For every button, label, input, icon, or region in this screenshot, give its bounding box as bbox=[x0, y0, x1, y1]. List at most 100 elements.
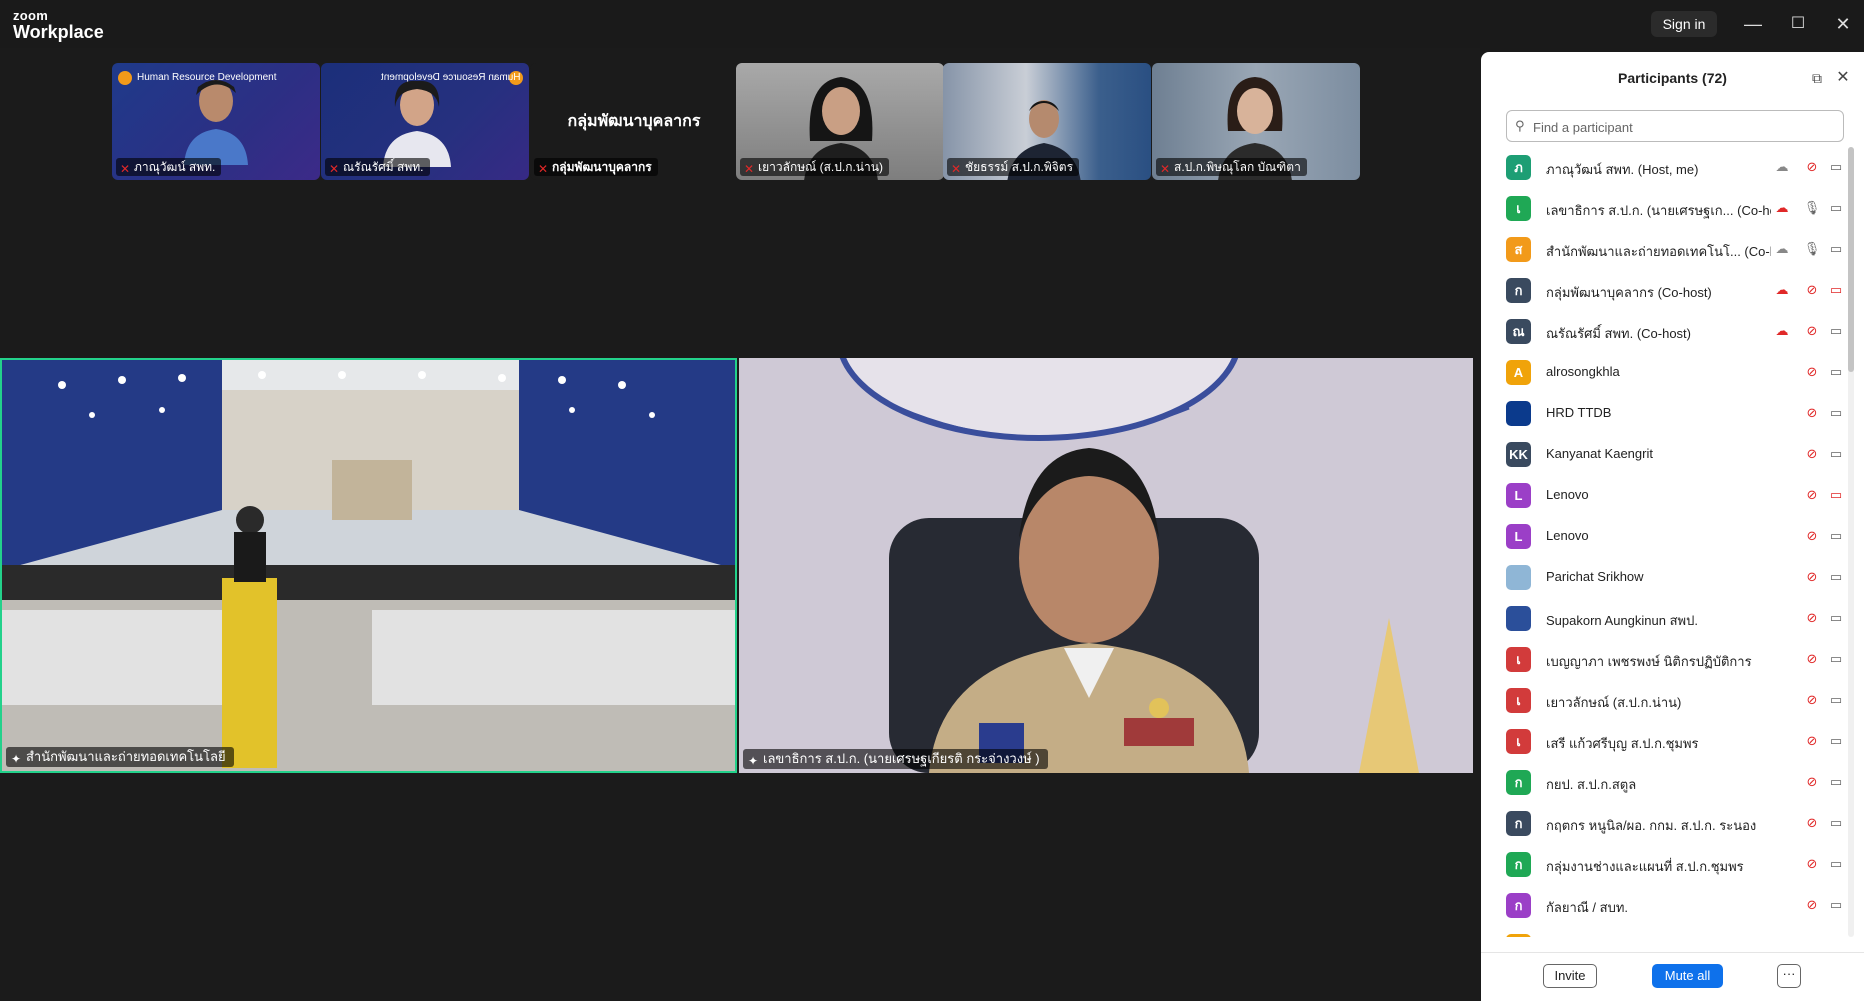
video-icon[interactable]: ▭ bbox=[1827, 363, 1845, 381]
mic-muted-icon[interactable]: ⊘ bbox=[1803, 527, 1821, 545]
participant-row[interactable]: ก กัลยาณี / สบท. ⊘ ▭ bbox=[1481, 885, 1847, 926]
video-icon[interactable]: ▭ bbox=[1827, 855, 1845, 873]
mic-muted-icon[interactable]: ⊘ bbox=[1803, 896, 1821, 914]
minimize-icon[interactable]: — bbox=[1739, 10, 1767, 38]
mic-muted-icon[interactable]: ⊘ bbox=[1803, 568, 1821, 586]
video-tile[interactable]: กลุ่มพัฒนาบุคลากร ✕ กลุ่มพัฒนาบุคลากร bbox=[530, 63, 738, 180]
avatar: เ bbox=[1506, 647, 1531, 672]
video-icon[interactable]: ▭ bbox=[1827, 240, 1845, 258]
video-tile[interactable]: ✕ ส.ป.ก.พิษณุโลก บัณฑิตา bbox=[1152, 63, 1360, 180]
participant-row[interactable]: L Lenovo ⊘ ▭ bbox=[1481, 475, 1847, 516]
mic-muted-icon[interactable]: ⊘ bbox=[1803, 363, 1821, 381]
video-icon[interactable]: ▭ bbox=[1827, 773, 1845, 791]
video-icon[interactable]: ▭ bbox=[1827, 527, 1845, 545]
participant-row[interactable]: L Lenovo ⊘ ▭ bbox=[1481, 516, 1847, 557]
video-icon[interactable]: ▭ bbox=[1827, 814, 1845, 832]
video-tile[interactable]: ✦ เลขาธิการ ส.ป.ก. (นายเศรษฐเกียรติ กระจ่… bbox=[739, 358, 1473, 773]
participant-row[interactable]: ภ ภาณุวัฒน์ สพท. (Host, me) ☁ ⊘ ▭ bbox=[1481, 147, 1847, 188]
participant-row[interactable]: ก กฤตกร หนูนิล/ผอ. กกม. ส.ป.ก. ระนอง ⊘ ▭ bbox=[1481, 803, 1847, 844]
mic-muted-icon[interactable]: ⊘ bbox=[1803, 814, 1821, 832]
screen-share-icon: ☁ bbox=[1775, 323, 1789, 338]
video-icon[interactable]: ▭ bbox=[1827, 445, 1845, 463]
video-tile[interactable]: ✕ เยาวลักษณ์ (ส.ป.ก.น่าน) bbox=[736, 63, 944, 180]
participant-row[interactable]: ส สำนักพัฒนาและถ่ายทอดเทคโนโ... (Co-host)… bbox=[1481, 229, 1847, 270]
avatar: ก bbox=[1506, 278, 1531, 303]
participant-row[interactable]: KK Kanyanat Kaengrit ⊘ ▭ bbox=[1481, 434, 1847, 475]
video-tile[interactable]: ✕ ชัยธรรม์ ส.ป.ก.พิจิตร bbox=[943, 63, 1151, 180]
video-icon[interactable]: ▭ bbox=[1827, 158, 1845, 176]
mute-all-button[interactable]: Mute all bbox=[1652, 964, 1723, 988]
participant-name: Parichat Srikhow bbox=[1546, 569, 1644, 584]
close-icon[interactable]: ✕ bbox=[1833, 68, 1853, 88]
mic-muted-icon[interactable]: ⊘ bbox=[1803, 486, 1821, 504]
video-off-icon[interactable]: ▭ bbox=[1827, 281, 1845, 299]
video-icon[interactable]: ▭ bbox=[1827, 322, 1845, 340]
video-icon[interactable]: ▭ bbox=[1827, 609, 1845, 627]
mic-icon[interactable]: 🎙 bbox=[1803, 199, 1821, 217]
avatar: L bbox=[1506, 524, 1531, 549]
mic-muted-icon[interactable]: ⊘ bbox=[1803, 404, 1821, 422]
mic-muted-icon[interactable]: ⊘ bbox=[1803, 158, 1821, 176]
video-icon[interactable]: ▭ bbox=[1827, 404, 1845, 422]
participant-row[interactable]: Aalrosongkhla ⊘ ▭ bbox=[1481, 352, 1847, 393]
participant-name-label: ✦ สำนักพัฒนาและถ่ายทอดเทคโนโลยี bbox=[6, 747, 234, 767]
participant-row[interactable]: HRD TTDB ⊘ ▭ bbox=[1481, 393, 1847, 434]
participant-row[interactable]: Supakorn Aungkinun สพป. ⊘ ▭ bbox=[1481, 598, 1847, 639]
participant-row[interactable]: ณ ณรัณรัศมิ์ สพท. (Co-host) ☁ ⊘ ▭ bbox=[1481, 311, 1847, 352]
participant-row[interactable]: เ เสรี แก้วศรีบุญ ส.ป.ก.ชุมพร ⊘ ▭ bbox=[1481, 721, 1847, 762]
video-icon[interactable]: ▭ bbox=[1827, 732, 1845, 750]
mic-muted-icon: ✕ bbox=[120, 162, 131, 176]
avatar bbox=[1506, 565, 1531, 590]
participant-row[interactable]: ก กยป. ส.ป.ก.สตูล ⊘ ▭ bbox=[1481, 762, 1847, 803]
participant-name: Kanyanat Kaengrit bbox=[1546, 446, 1653, 461]
invite-button[interactable]: Invite bbox=[1543, 964, 1597, 988]
pin-icon: ✦ bbox=[11, 752, 22, 766]
screen-share-icon: ☁ bbox=[1775, 282, 1789, 297]
video-icon[interactable]: ▭ bbox=[1827, 896, 1845, 914]
mic-muted-icon: ✕ bbox=[329, 162, 340, 176]
mic-muted-icon[interactable]: ⊘ bbox=[1803, 691, 1821, 709]
participant-row[interactable]: เ เบญญาภา เพชรพงษ์ นิติกรปฏิบัติการ ⊘ ▭ bbox=[1481, 639, 1847, 680]
avatar: ก bbox=[1506, 852, 1531, 877]
video-tile[interactable]: Human Resource Development ✕ ภาณุวัฒน์ สพ… bbox=[112, 63, 320, 180]
avatar: KK bbox=[1506, 442, 1531, 467]
mic-icon[interactable]: 🎙 bbox=[1803, 240, 1821, 258]
mic-muted-icon[interactable]: ⊘ bbox=[1803, 322, 1821, 340]
maximize-icon[interactable]: ☐ bbox=[1784, 10, 1812, 38]
mic-muted-icon[interactable]: ⊘ bbox=[1803, 609, 1821, 627]
mic-muted-icon[interactable]: ⊘ bbox=[1803, 773, 1821, 791]
mic-muted-icon[interactable]: ⊘ bbox=[1803, 445, 1821, 463]
participant-row[interactable]: ก กลุ่มงานช่างและแผนที่ ส.ป.ก.ชุมพร ⊘ ▭ bbox=[1481, 844, 1847, 885]
pop-out-icon[interactable]: ⧉ bbox=[1807, 68, 1827, 88]
participant-row[interactable]: ก กลุ่มพัฒนาบุคลากร (Co-host) ☁ ⊘ ▭ bbox=[1481, 270, 1847, 311]
participant-name: เบญญาภา เพชรพงษ์ นิติกรปฏิบัติการ bbox=[1546, 654, 1752, 669]
org-logo-icon bbox=[118, 71, 132, 85]
mic-muted-icon[interactable]: ⊘ bbox=[1803, 855, 1821, 873]
scrollbar-thumb[interactable] bbox=[1848, 147, 1854, 372]
avatar: เ bbox=[1506, 196, 1531, 221]
video-tile-active-speaker[interactable]: ✦ สำนักพัฒนาและถ่ายทอดเทคโนโลยี bbox=[0, 358, 737, 773]
video-icon[interactable]: ▭ bbox=[1827, 691, 1845, 709]
video-off-icon[interactable]: ▭ bbox=[1827, 486, 1845, 504]
screen-share-icon: ☁ bbox=[1775, 241, 1789, 256]
participant-row[interactable]: Parichat Srikhow ⊘ ▭ bbox=[1481, 557, 1847, 598]
participant-center-name: กลุ่มพัฒนาบุคลากร bbox=[567, 113, 701, 130]
participant-row[interactable]: เ เยาวลักษณ์ (ส.ป.ก.น่าน) ⊘ ▭ bbox=[1481, 680, 1847, 721]
video-icon[interactable]: ▭ bbox=[1827, 199, 1845, 217]
sign-in-button[interactable]: Sign in bbox=[1651, 11, 1717, 37]
participant-search-input[interactable] bbox=[1533, 117, 1833, 137]
participant-row[interactable]: เ เลขาธิการ ส.ป.ก. (นายเศรษฐเก... (Co-hos… bbox=[1481, 188, 1847, 229]
participant-name: กยป. ส.ป.ก.สตูล bbox=[1546, 777, 1637, 792]
close-icon[interactable]: ✕ bbox=[1829, 10, 1857, 38]
video-icon[interactable]: ▭ bbox=[1827, 650, 1845, 668]
participant-name-label: ✕ ส.ป.ก.พิษณุโลก บัณฑิตา bbox=[1156, 158, 1307, 176]
mic-muted-icon[interactable]: ⊘ bbox=[1803, 281, 1821, 299]
mic-muted-icon[interactable]: ⊘ bbox=[1803, 650, 1821, 668]
video-tile[interactable]: Human Resource Development ✕ ณรัณรัศมิ์ ส… bbox=[321, 63, 529, 180]
participant-row[interactable]: กก่ำพล แพรกก⊘▭ bbox=[1481, 926, 1847, 937]
brand-small: zoom bbox=[13, 8, 49, 23]
video-icon[interactable]: ▭ bbox=[1827, 568, 1845, 586]
scrollbar[interactable] bbox=[1848, 147, 1854, 937]
mic-muted-icon[interactable]: ⊘ bbox=[1803, 732, 1821, 750]
more-options-button[interactable]: ··· bbox=[1777, 964, 1801, 988]
